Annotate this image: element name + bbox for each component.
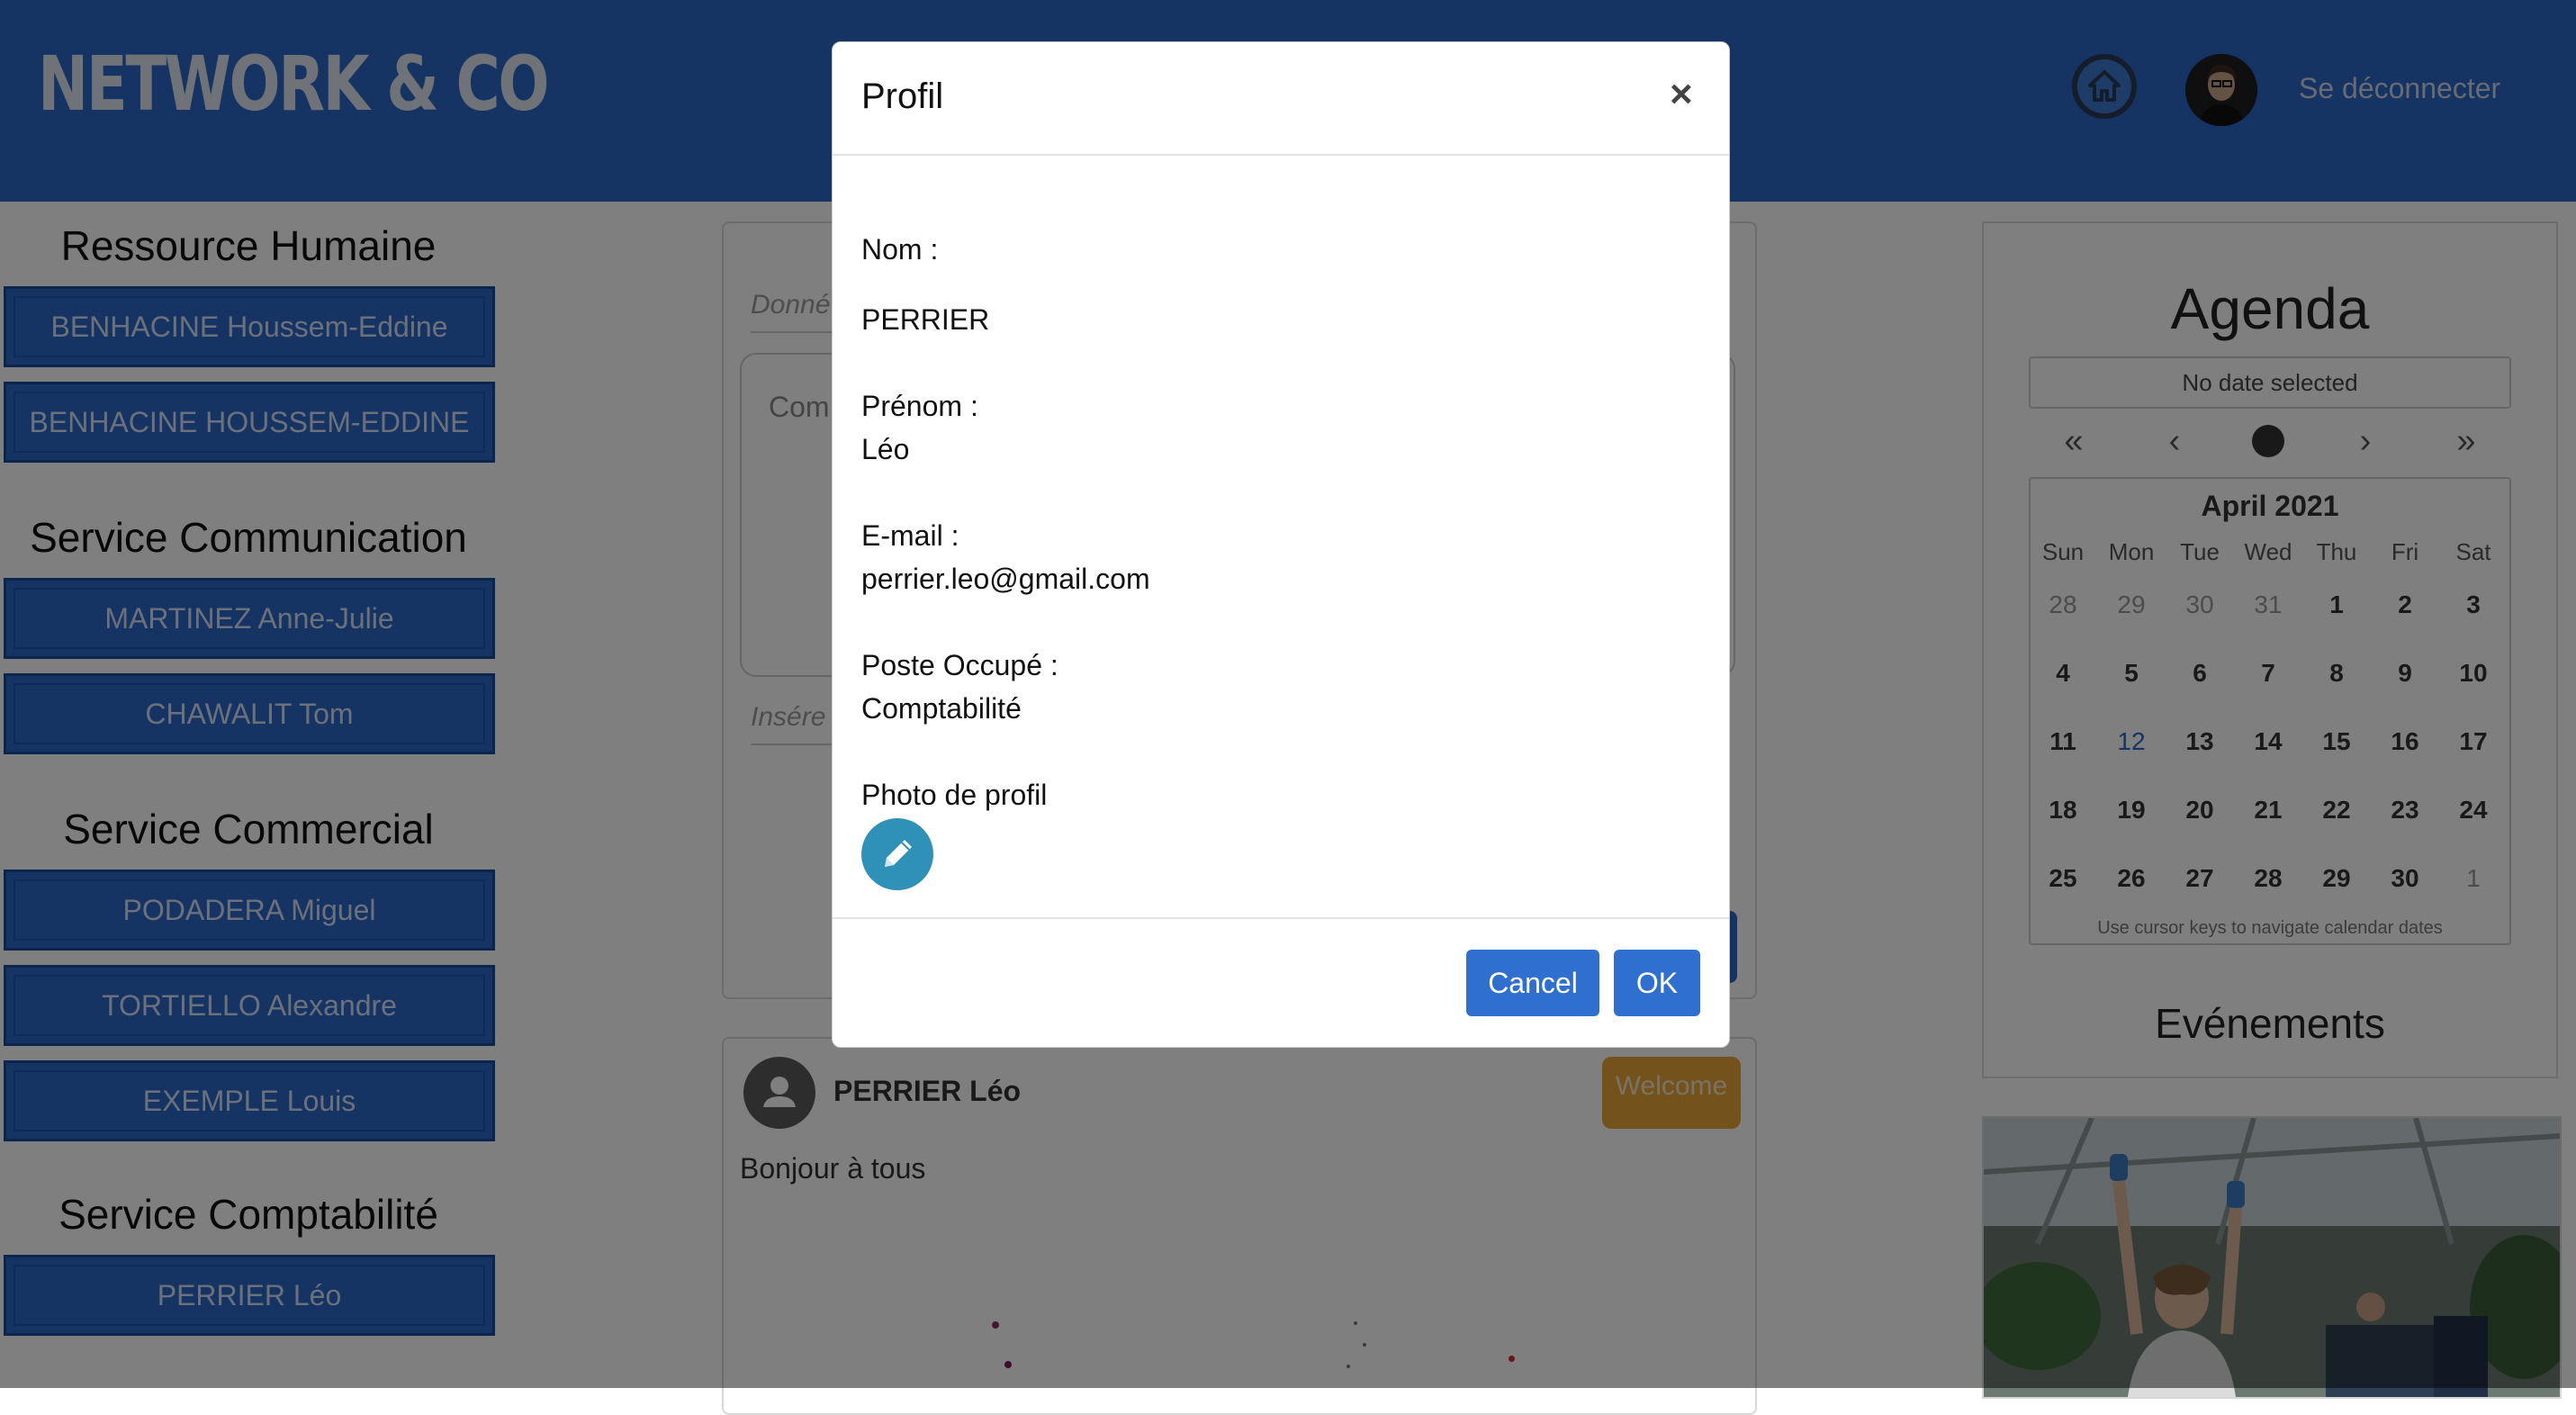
poste-value: Comptabilité (861, 692, 1022, 725)
modal-title: Profil (861, 77, 944, 116)
nom-label: Nom : (861, 233, 939, 266)
pencil-icon (885, 840, 912, 867)
profile-modal: Profil × Nom : PERRIER Prénom : Léo E-ma… (832, 41, 1730, 1048)
email-label: E-mail : (861, 519, 959, 552)
poste-label: Poste Occupé : (861, 649, 1058, 681)
ok-button[interactable]: OK (1614, 950, 1700, 1016)
close-icon[interactable]: × (1670, 75, 1693, 114)
email-value: perrier.leo@gmail.com (861, 563, 1150, 595)
page: NETWORK & CO Se déconnecter Ressource Hu… (0, 0, 2576, 1415)
nom-value: PERRIER (861, 303, 990, 336)
prenom-label: Prénom : (861, 390, 978, 422)
edit-photo-button[interactable] (861, 818, 933, 890)
modal-divider (833, 917, 1729, 919)
photo-label: Photo de profil (861, 779, 1048, 811)
modal-divider (833, 154, 1729, 156)
cancel-button[interactable]: Cancel (1466, 950, 1599, 1016)
prenom-value: Léo (861, 433, 910, 465)
